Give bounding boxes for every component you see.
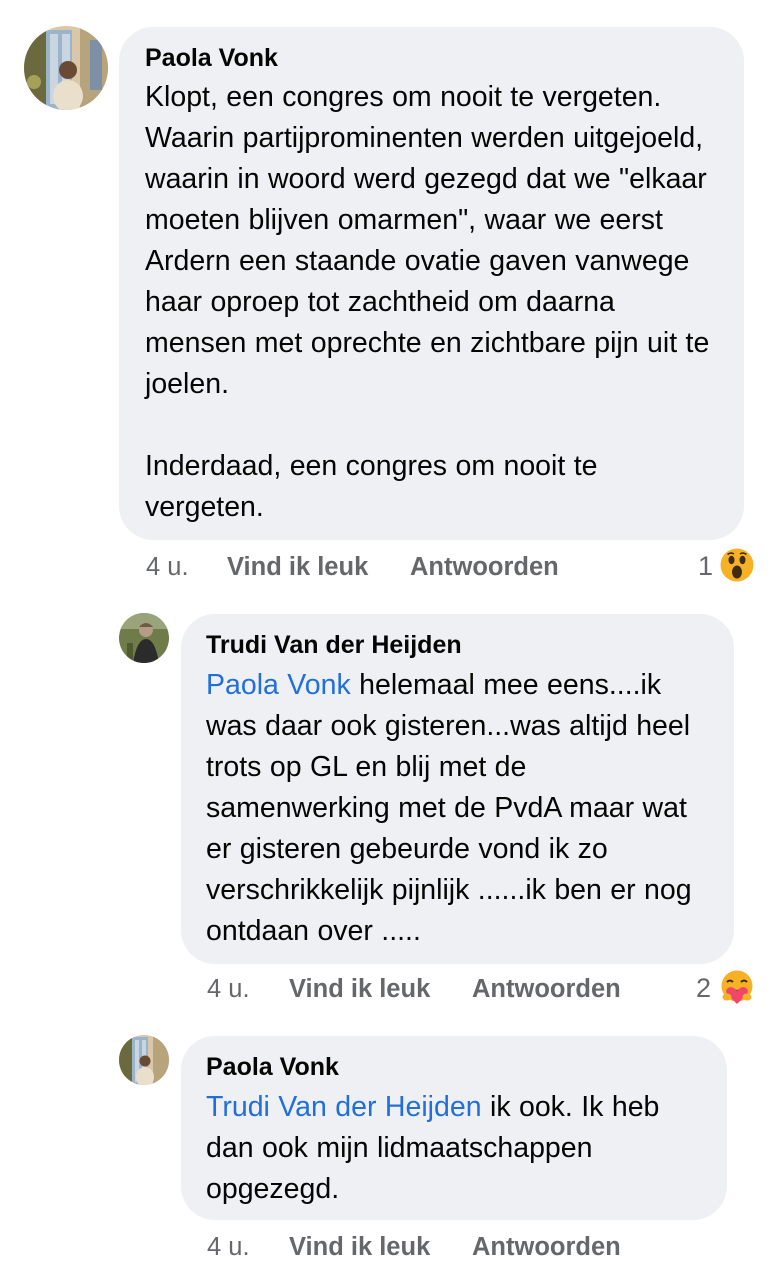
avatar-paola-vonk[interactable] [24, 26, 108, 110]
reply-button[interactable]: Antwoorden [410, 553, 559, 582]
mention-link[interactable]: Trudi Van der Heijden [206, 1091, 482, 1123]
like-button[interactable]: Vind ik leuk [289, 1233, 430, 1262]
comment-text: Trudi Van der Heijden ik ook. Ik heb dan… [206, 1087, 709, 1210]
reply-bubble: Paola Vonk Trudi Van der Heijden ik ook.… [181, 1036, 727, 1220]
reaction-count: 2 [696, 973, 712, 1003]
care-emoji-icon [721, 970, 753, 1004]
comment-body: helemaal mee eens....ik was daar ook gis… [206, 669, 692, 947]
avatar-paola-vonk[interactable] [119, 1035, 169, 1085]
avatar-photo [24, 26, 108, 110]
reaction-summary[interactable]: 1 [698, 551, 713, 582]
avatar-photo [119, 1035, 169, 1085]
comment-author[interactable]: Trudi Van der Heijden [206, 630, 716, 660]
reply-button[interactable]: Antwoorden [472, 1233, 621, 1262]
reply-button[interactable]: Antwoorden [472, 975, 621, 1004]
comment-text: Klopt, een congres om nooit te vergeten.… [145, 77, 722, 528]
comment-timestamp[interactable]: 4 u. [146, 553, 189, 582]
comment-paragraph: Klopt, een congres om nooit te vergeten.… [145, 81, 710, 400]
comment-author[interactable]: Paola Vonk [145, 43, 722, 73]
comment-text: Paola Vonk helemaal mee eens....ik was d… [206, 665, 716, 952]
reply-bubble: Trudi Van der Heijden Paola Vonk helemaa… [181, 614, 734, 964]
comment-actions: 4 u. Vind ik leuk Antwoorden [146, 553, 596, 585]
comment-timestamp[interactable]: 4 u. [207, 975, 250, 1004]
comment-timestamp[interactable]: 4 u. [207, 1233, 250, 1262]
wow-emoji-icon [720, 548, 754, 582]
like-button[interactable]: Vind ik leuk [289, 975, 430, 1004]
avatar-trudi-van-der-heijden[interactable] [119, 613, 169, 663]
comment-paragraph: Inderdaad, een congres om nooit te verge… [145, 450, 598, 523]
comment-actions: 4 u. Vind ik leuk Antwoorden [207, 1233, 657, 1265]
comment-bubble: Paola Vonk Klopt, een congres om nooit t… [119, 27, 744, 540]
like-button[interactable]: Vind ik leuk [227, 553, 368, 582]
mention-link[interactable]: Paola Vonk [206, 669, 351, 701]
reaction-count: 1 [698, 551, 714, 581]
avatar-photo [119, 613, 169, 663]
reaction-summary[interactable]: 2 [696, 973, 711, 1004]
comment-author[interactable]: Paola Vonk [206, 1052, 709, 1082]
comment-actions: 4 u. Vind ik leuk Antwoorden [207, 975, 657, 1007]
